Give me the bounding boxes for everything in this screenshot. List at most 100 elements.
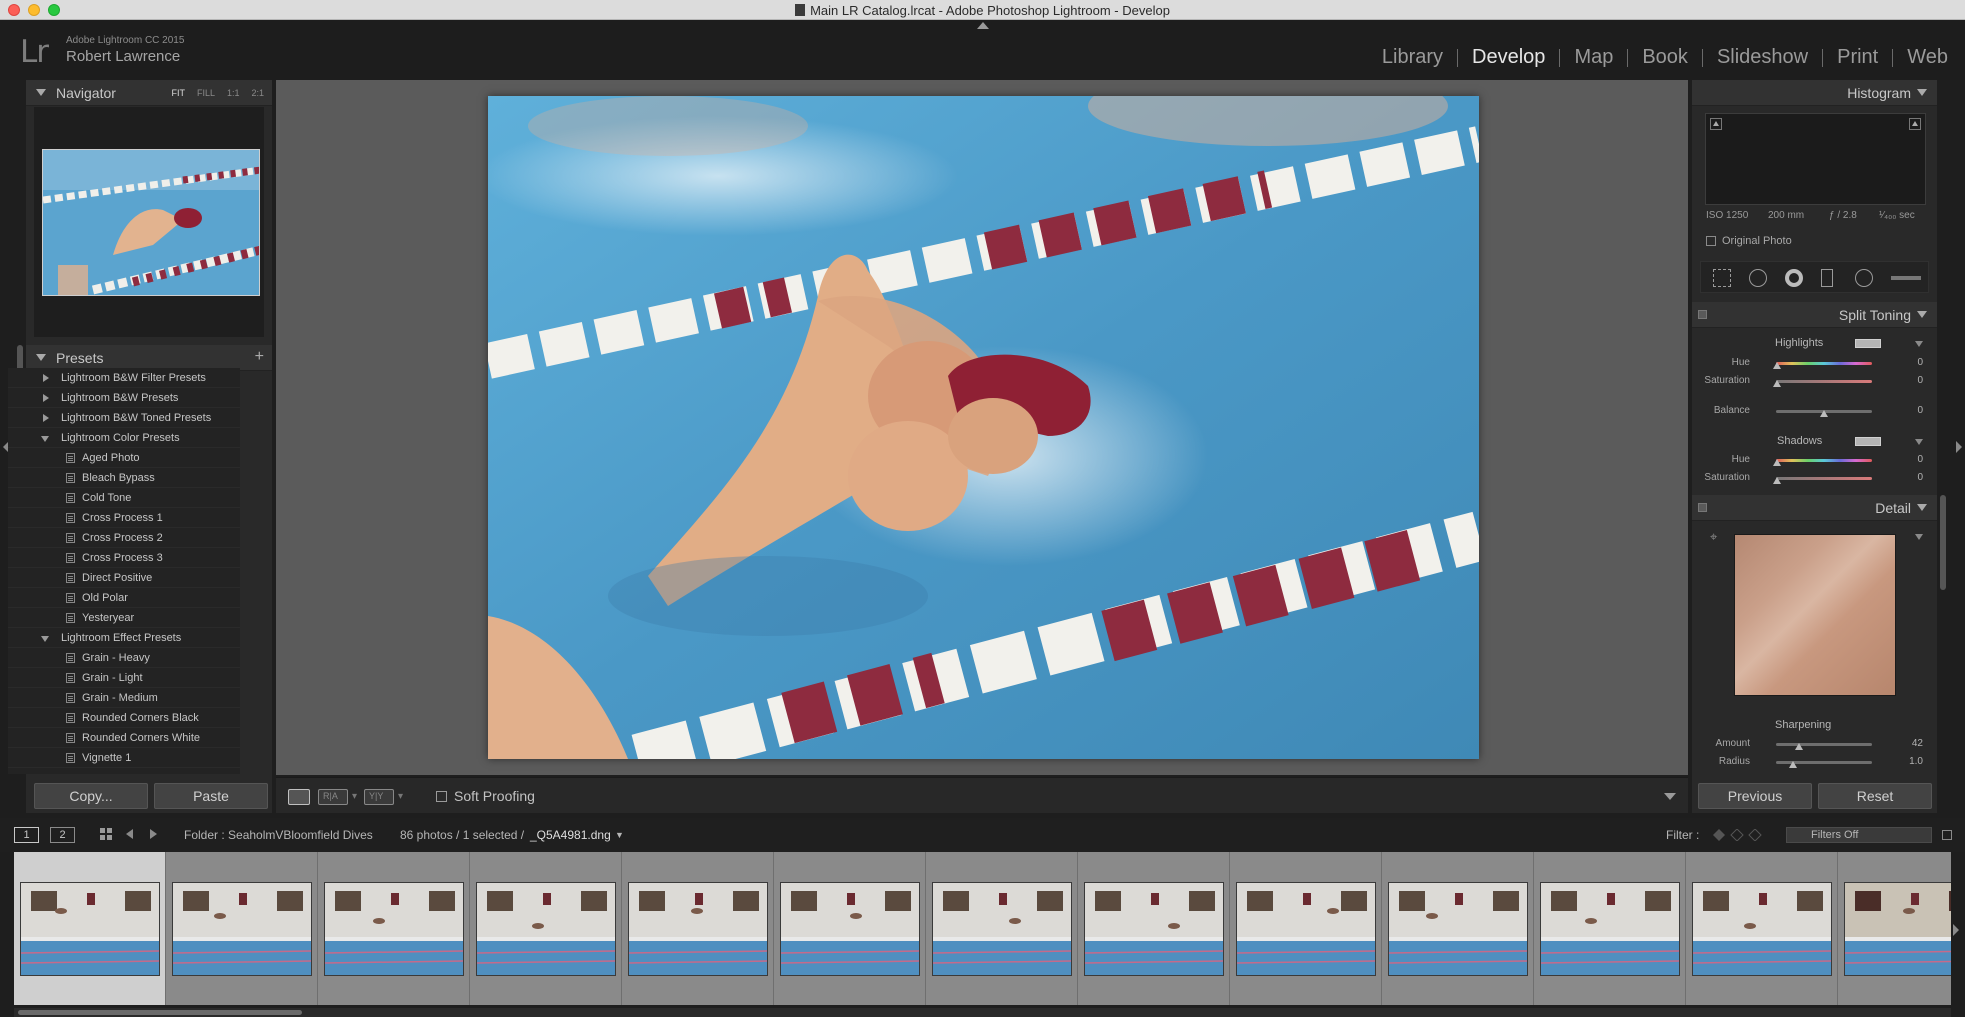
preset-item[interactable]: Grain - Medium bbox=[8, 688, 240, 708]
forward-arrow-icon[interactable] bbox=[150, 829, 157, 839]
filter-preset-select[interactable]: Filters Off bbox=[1786, 827, 1932, 843]
filmstrip-thumbnail[interactable] bbox=[932, 882, 1072, 976]
shadow-clipping-icon[interactable] bbox=[1710, 118, 1722, 130]
disclosure-open-icon[interactable] bbox=[41, 636, 49, 642]
shadows-picker-icon[interactable] bbox=[1915, 439, 1923, 445]
grid-view-icon[interactable] bbox=[100, 828, 113, 841]
shadows-hue-slider[interactable] bbox=[1776, 459, 1872, 462]
preset-item[interactable]: Grain - Light bbox=[8, 668, 240, 688]
filmstrip-thumbnail[interactable] bbox=[1236, 882, 1376, 976]
filmstrip-scroll-thumb[interactable] bbox=[18, 1010, 302, 1015]
crop-tool-icon[interactable] bbox=[1713, 269, 1731, 287]
filmstrip-cell[interactable] bbox=[166, 852, 318, 1005]
preset-item[interactable]: Cross Process 2 bbox=[8, 528, 240, 548]
spot-removal-icon[interactable] bbox=[1749, 269, 1767, 287]
balance-handle[interactable] bbox=[1820, 410, 1828, 417]
detail-zoom-preview[interactable] bbox=[1734, 534, 1896, 696]
filter-lock-icon[interactable] bbox=[1942, 830, 1952, 840]
disclosure-closed-icon[interactable] bbox=[43, 374, 49, 382]
highlights-hue-slider[interactable] bbox=[1776, 362, 1872, 365]
amount-slider[interactable] bbox=[1776, 743, 1872, 746]
detail-header[interactable]: Detail bbox=[1692, 495, 1937, 521]
filmstrip-thumbnail[interactable] bbox=[1084, 882, 1224, 976]
highlights-saturation-value[interactable]: 0 bbox=[1917, 375, 1923, 386]
highlight-clipping-icon[interactable] bbox=[1909, 118, 1921, 130]
module-slideshow[interactable]: Slideshow bbox=[1703, 46, 1822, 69]
filmstrip-thumbnail[interactable] bbox=[324, 882, 464, 976]
filmstrip-cell[interactable] bbox=[1686, 852, 1838, 1005]
module-web[interactable]: Web bbox=[1893, 46, 1962, 69]
module-book[interactable]: Book bbox=[1628, 46, 1702, 69]
split-toning-header[interactable]: Split Toning bbox=[1692, 302, 1937, 328]
previous-button[interactable]: Previous bbox=[1698, 783, 1812, 809]
shadows-saturation-value[interactable]: 0 bbox=[1917, 472, 1923, 483]
paste-settings-button[interactable]: Paste bbox=[154, 783, 268, 809]
radius-value[interactable]: 1.0 bbox=[1909, 756, 1923, 767]
collapse-top-panel-icon[interactable] bbox=[977, 22, 989, 29]
highlights-picker-icon[interactable] bbox=[1915, 341, 1923, 347]
preset-item[interactable]: Yesteryear bbox=[8, 608, 240, 628]
navigator-thumbnail[interactable] bbox=[42, 149, 260, 296]
filmstrip-thumbnail[interactable] bbox=[1540, 882, 1680, 976]
preset-item[interactable]: Grain - Heavy bbox=[8, 648, 240, 668]
filmstrip-cell[interactable] bbox=[14, 852, 166, 1005]
disclosure-closed-icon[interactable] bbox=[43, 414, 49, 422]
zoom-1-1[interactable]: 1:1 bbox=[227, 88, 240, 98]
filmstrip-cell[interactable] bbox=[318, 852, 470, 1005]
panel-toggle-switch-icon[interactable] bbox=[1698, 503, 1707, 512]
filmstrip-cell[interactable] bbox=[622, 852, 774, 1005]
amount-handle[interactable] bbox=[1795, 743, 1803, 750]
panel-toggle-switch-icon[interactable] bbox=[1698, 310, 1707, 319]
reset-button[interactable]: Reset bbox=[1818, 783, 1932, 809]
filmstrip-scroll-right-icon[interactable] bbox=[1953, 924, 1959, 936]
histogram-header[interactable]: Histogram bbox=[1692, 80, 1937, 106]
original-photo-checkbox[interactable] bbox=[1706, 236, 1716, 246]
loupe-view-button[interactable] bbox=[288, 789, 310, 805]
preset-folder[interactable]: Lightroom B&W Filter Presets bbox=[8, 368, 240, 388]
add-preset-icon[interactable]: + bbox=[255, 348, 264, 366]
crosshair-target-icon[interactable]: ⌖ bbox=[1710, 529, 1717, 545]
before-after-lr-button[interactable]: R|A bbox=[318, 789, 348, 805]
main-window-button[interactable]: 1 bbox=[14, 827, 39, 843]
filmstrip-scrollbar[interactable] bbox=[14, 1008, 1951, 1017]
filter-flags-icon[interactable] bbox=[1713, 829, 1773, 841]
preset-folder[interactable]: Lightroom B&W Toned Presets bbox=[8, 408, 240, 428]
preset-item[interactable]: Old Polar bbox=[8, 588, 240, 608]
balance-value[interactable]: 0 bbox=[1917, 405, 1923, 416]
highlights-color-swatch[interactable] bbox=[1855, 339, 1881, 348]
module-develop[interactable]: Develop bbox=[1458, 46, 1559, 69]
histogram-graph[interactable] bbox=[1705, 113, 1926, 205]
preset-item[interactable]: Cross Process 3 bbox=[8, 548, 240, 568]
radial-filter-icon[interactable] bbox=[1855, 269, 1873, 287]
filmstrip-thumbnail[interactable] bbox=[1388, 882, 1528, 976]
filmstrip-source[interactable]: Folder : SeaholmVBloomfield Dives bbox=[184, 828, 373, 842]
radius-handle[interactable] bbox=[1789, 761, 1797, 768]
chevron-down-icon[interactable]: ▼ bbox=[615, 830, 624, 840]
shadows-saturation-slider[interactable] bbox=[1776, 477, 1872, 480]
preset-item[interactable]: Bleach Bypass bbox=[8, 468, 240, 488]
filmstrip-filename[interactable]: _Q5A4981.dng bbox=[530, 828, 611, 842]
preset-folder[interactable]: Lightroom Color Presets bbox=[8, 428, 240, 448]
highlights-saturation-handle[interactable] bbox=[1773, 380, 1781, 387]
right-panel-scrollbar[interactable] bbox=[1940, 495, 1946, 590]
amount-value[interactable]: 42 bbox=[1912, 738, 1923, 749]
filmstrip-cell[interactable] bbox=[774, 852, 926, 1005]
filmstrip-thumbnail[interactable] bbox=[172, 882, 312, 976]
filmstrip-cell[interactable] bbox=[1838, 852, 1951, 1005]
preset-item[interactable]: Rounded Corners Black bbox=[8, 708, 240, 728]
preset-item[interactable]: Cross Process 1 bbox=[8, 508, 240, 528]
soft-proofing-checkbox[interactable] bbox=[436, 791, 447, 802]
copy-settings-button[interactable]: Copy... bbox=[34, 783, 148, 809]
filmstrip-cell[interactable] bbox=[1382, 852, 1534, 1005]
filmstrip-cell[interactable] bbox=[1078, 852, 1230, 1005]
main-photo[interactable] bbox=[488, 96, 1479, 759]
highlights-hue-value[interactable]: 0 bbox=[1917, 357, 1923, 368]
preset-folder[interactable]: Lightroom Effect Presets bbox=[8, 628, 240, 648]
disclosure-open-icon[interactable] bbox=[41, 436, 49, 442]
filmstrip-thumbnail[interactable] bbox=[476, 882, 616, 976]
before-after-tb-button[interactable]: Y|Y bbox=[364, 789, 394, 805]
highlights-hue-handle[interactable] bbox=[1773, 362, 1781, 369]
filmstrip-thumbnail[interactable] bbox=[780, 882, 920, 976]
secondary-window-button[interactable]: 2 bbox=[50, 827, 75, 843]
chevron-down-icon[interactable]: ▾ bbox=[398, 791, 403, 802]
